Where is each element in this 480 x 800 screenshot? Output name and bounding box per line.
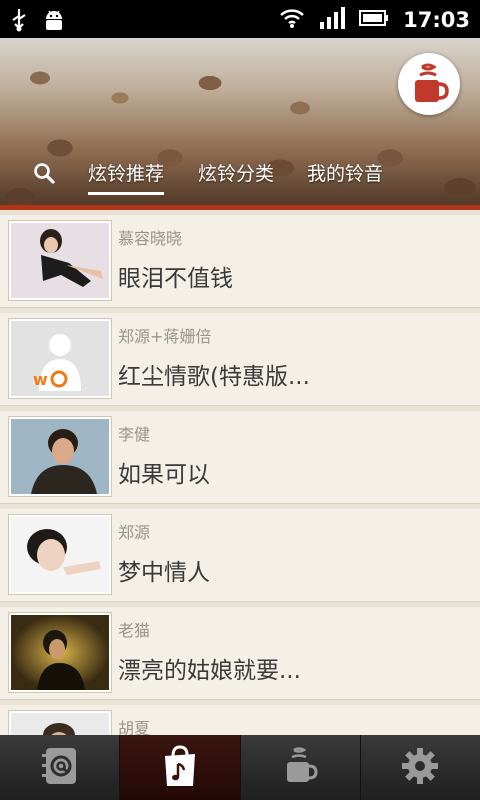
nav-settings[interactable] <box>360 735 480 800</box>
search-icon[interactable] <box>32 161 56 189</box>
coffee-cup-icon <box>280 744 320 792</box>
ringtone-list: 慕容晓晓 眼泪不值钱 w 郑源+蒋姗倍 红尘情歌(特惠版... 李健 如果可以 … <box>0 210 480 735</box>
status-bar: 17:03 <box>0 0 480 38</box>
album-thumbnail <box>8 612 112 693</box>
album-thumbnail <box>8 220 112 301</box>
list-item[interactable]: 老猫 漂亮的姑娘就要... <box>0 607 480 700</box>
nav-ringtone-store[interactable] <box>120 735 241 800</box>
svg-text:w: w <box>33 370 48 389</box>
bottom-navigation <box>0 735 480 800</box>
list-item[interactable]: w 郑源+蒋姗倍 红尘情歌(特惠版... <box>0 313 480 406</box>
usb-icon <box>10 8 28 36</box>
contacts-at-icon <box>38 744 82 792</box>
song-title: 眼泪不值钱 <box>118 266 233 292</box>
tab-bar: 炫铃推荐 炫铃分类 我的铃音 <box>0 153 480 195</box>
artist-name: 李健 <box>118 425 151 444</box>
list-item[interactable]: 李健 如果可以 <box>0 411 480 504</box>
gear-icon <box>400 746 440 790</box>
album-thumbnail <box>8 416 112 497</box>
nav-contacts[interactable] <box>0 735 121 800</box>
artist-name: 老猫 <box>118 621 151 640</box>
album-thumbnail: w <box>8 318 112 399</box>
signal-icon <box>319 6 346 34</box>
song-title: 梦中情人 <box>118 560 210 586</box>
clock: 17:03 <box>403 8 470 32</box>
artist-name: 郑源 <box>118 523 151 542</box>
list-item[interactable]: 郑源 梦中情人 <box>0 509 480 602</box>
artist-name: 慕容晓晓 <box>118 229 183 248</box>
album-thumbnail <box>8 514 112 595</box>
album-thumbnail <box>8 710 112 735</box>
wifi-icon <box>279 7 305 33</box>
music-bag-icon <box>160 744 200 792</box>
android-debug-icon <box>42 8 66 36</box>
header-banner: 炫铃推荐 炫铃分类 我的铃音 <box>0 38 480 210</box>
song-title: 如果可以 <box>118 462 210 488</box>
artist-name: 胡夏 <box>118 719 151 735</box>
tab-categories[interactable]: 炫铃分类 <box>198 159 274 186</box>
battery-icon <box>359 8 389 32</box>
nav-coffee[interactable] <box>240 735 361 800</box>
song-title: 漂亮的姑娘就要... <box>118 658 301 684</box>
song-title: 红尘情歌(特惠版... <box>118 364 310 390</box>
artist-name: 郑源+蒋姗倍 <box>118 327 212 346</box>
coffee-cup-icon[interactable] <box>398 53 460 115</box>
tab-recommended[interactable]: 炫铃推荐 <box>88 159 165 195</box>
tab-my-ringtones[interactable]: 我的铃音 <box>307 159 383 186</box>
list-item[interactable]: 慕容晓晓 眼泪不值钱 <box>0 215 480 308</box>
list-item[interactable]: 胡夏 <box>0 705 480 735</box>
